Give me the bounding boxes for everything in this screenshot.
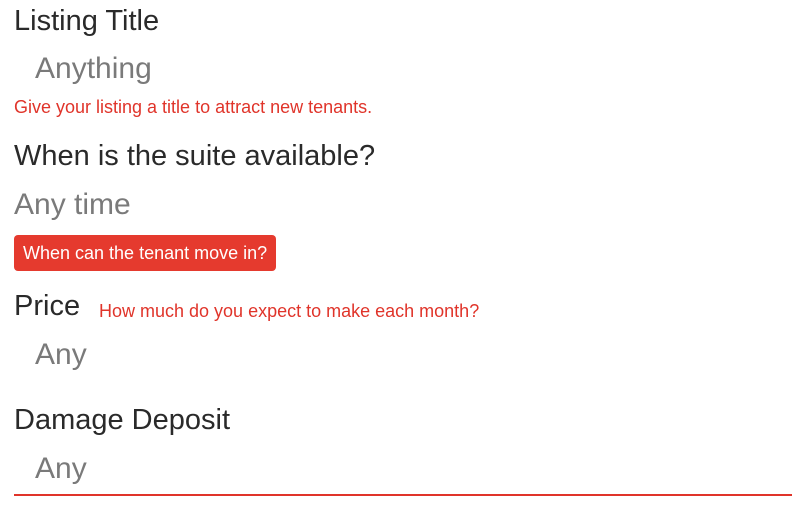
- damage-deposit-field-underline: [14, 494, 792, 496]
- damage-deposit-label: Damage Deposit: [14, 404, 230, 436]
- damage-deposit-field[interactable]: Any: [35, 454, 87, 484]
- price-label: Price: [14, 290, 81, 322]
- availability-field[interactable]: Any time: [14, 190, 131, 220]
- listing-title-hint: Give your listing a title to attract new…: [14, 97, 373, 117]
- availability-label: When is the suite available?: [14, 140, 376, 172]
- price-field[interactable]: Any: [35, 340, 87, 370]
- availability-hint-badge: When can the tenant move in?: [14, 235, 277, 271]
- price-hint: How much do you expect to make each mont…: [99, 301, 480, 321]
- listing-title-field[interactable]: Anything: [35, 54, 152, 84]
- listing-title-label: Listing Title: [14, 5, 160, 37]
